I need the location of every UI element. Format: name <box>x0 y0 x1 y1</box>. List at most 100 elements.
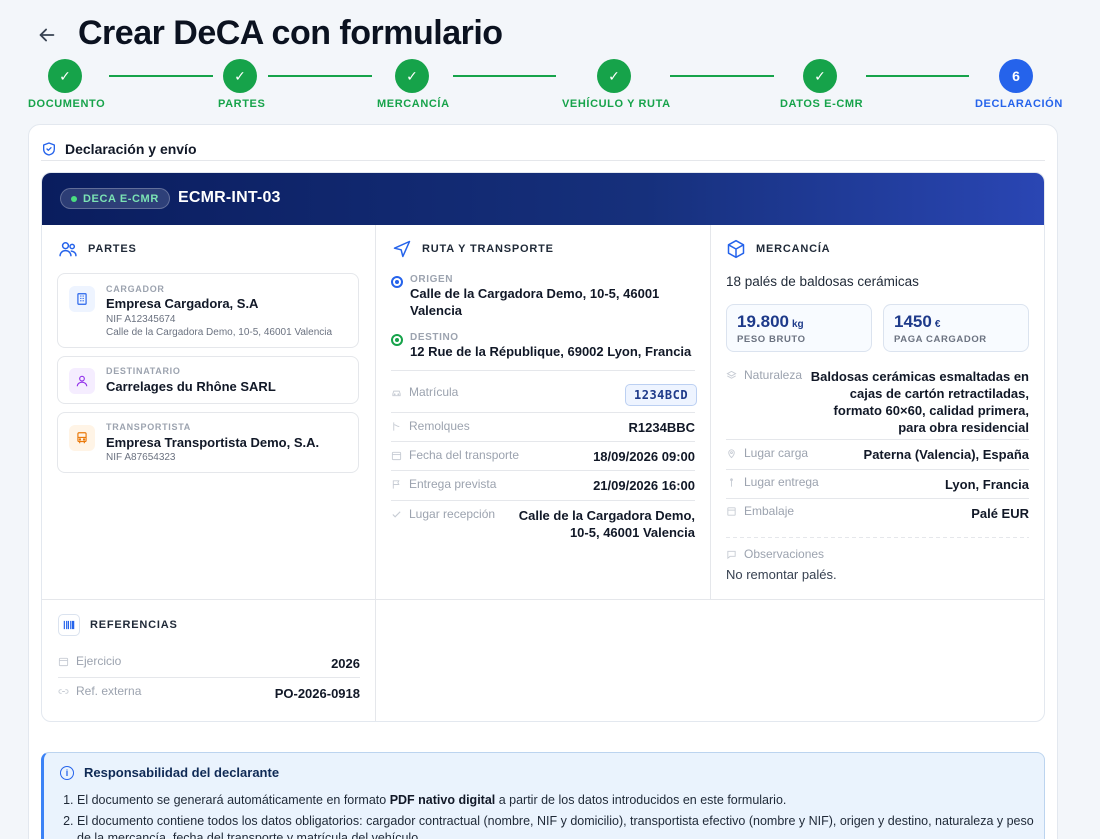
step-declaracion-number[interactable]: 6 <box>999 59 1033 93</box>
document-preview: DECA E-CMR ECMR-INT-03 PARTES CARGADOR E… <box>41 172 1045 722</box>
embalaje-label: Embalaje <box>726 504 794 518</box>
party-role: CARGADOR <box>106 284 165 294</box>
row-divider <box>391 500 695 501</box>
page-title: Crear DeCA con formulario <box>78 14 503 52</box>
step-partes-label: PARTES <box>218 98 266 110</box>
fecha-value: 18/09/2026 09:00 <box>593 449 695 464</box>
row-divider <box>391 441 695 442</box>
paga-label: PAGA CARGADOR <box>894 334 987 345</box>
ref-externa-label: Ref. externa <box>58 684 141 698</box>
status-dot <box>71 195 77 202</box>
calendar-icon <box>391 451 402 460</box>
label-text: Naturaleza <box>744 368 803 382</box>
step-vehiculo-check-icon[interactable]: ✓ <box>597 59 631 93</box>
section-ruta-title: RUTA Y TRANSPORTE <box>392 239 554 259</box>
origin-marker-icon <box>391 276 403 288</box>
step-mercancia-check-icon[interactable]: ✓ <box>395 59 429 93</box>
calendar-icon <box>58 657 69 666</box>
naturaleza-label: Naturaleza <box>726 368 802 382</box>
responsibility-header: i Responsabilidad del declarante <box>60 765 279 780</box>
step-documento-check-icon[interactable]: ✓ <box>48 59 82 93</box>
section-mercancia-title: MERCANCÍA <box>726 239 830 259</box>
party-transportista: TRANSPORTISTA Empresa Transportista Demo… <box>57 412 359 473</box>
remolques-value: R1234BBC <box>628 420 695 435</box>
document-banner: DECA E-CMR ECMR-INT-03 <box>42 173 1044 225</box>
step-connector <box>866 75 969 77</box>
row-divider <box>42 599 1044 600</box>
label-text: Ref. externa <box>76 684 142 698</box>
responsibility-list: El documento se generará automáticamente… <box>77 792 1037 839</box>
step-declaracion-label: DECLARACIÓN <box>975 98 1063 110</box>
ejercicio-value: 2026 <box>331 656 360 671</box>
recepcion-value: Calle de la Cargadora Demo, 10-5, 46001 … <box>518 508 695 540</box>
comment-icon <box>727 550 736 559</box>
party-name: Carrelages du Rhône SARL <box>106 379 276 394</box>
stepper: ✓ DOCUMENTO ✓ PARTES ✓ MERCANCÍA ✓ VEHÍC… <box>0 58 1100 118</box>
recepcion-label: Lugar recepción <box>391 507 495 521</box>
list-item: El documento se generará automáticamente… <box>77 792 1037 809</box>
user-icon <box>69 368 95 394</box>
destino-label: DESTINO <box>410 332 459 343</box>
matricula-label: Matrícula <box>391 385 458 399</box>
users-icon <box>58 239 78 259</box>
destino-value: 12 Rue de la République, 69002 Lyon, Fra… <box>410 344 692 359</box>
label-text: Entrega prevista <box>409 477 497 491</box>
peso-label: PESO BRUTO <box>737 334 806 345</box>
origen-label: ORIGEN <box>410 274 454 285</box>
lugar-carga-value: Paterna (Valencia), España <box>863 447 1029 462</box>
label-text: Matrícula <box>409 385 459 399</box>
divider <box>41 160 1045 161</box>
section-referencias-title: REFERENCIAS <box>58 614 178 636</box>
building-icon <box>69 286 95 312</box>
metric-paga-cargador: 1450 € PAGA CARGADOR <box>883 304 1029 352</box>
step-partes-check-icon[interactable]: ✓ <box>223 59 257 93</box>
row-divider <box>726 498 1029 499</box>
remolques-label: Remolques <box>391 419 470 433</box>
party-cargador: CARGADOR Empresa Cargadora, S.A NIF A123… <box>57 273 359 348</box>
row-divider <box>391 412 695 413</box>
map-pin-icon <box>728 448 735 458</box>
label-text: Ejercicio <box>76 654 122 668</box>
row-divider <box>58 677 360 678</box>
label-text: Embalaje <box>744 504 795 518</box>
step-connector <box>453 75 556 77</box>
peso-value: 19.800 <box>737 312 789 331</box>
pin-icon <box>730 477 733 487</box>
section-label: REFERENCIAS <box>90 619 178 631</box>
label-text: Lugar entrega <box>744 475 819 489</box>
row-divider <box>726 469 1029 470</box>
arrow-left-icon[interactable] <box>36 24 60 48</box>
party-role: DESTINATARIO <box>106 366 181 376</box>
layers-icon <box>726 370 737 379</box>
card-header: Declaración y envío <box>41 137 1045 161</box>
responsibility-title: Responsabilidad del declarante <box>84 765 280 780</box>
entrega-value: 21/09/2026 16:00 <box>593 478 695 493</box>
license-plate: 1234BCD <box>625 384 698 406</box>
paga-value: 1450 <box>894 312 932 331</box>
party-nif: NIF A12345674 <box>106 314 176 325</box>
step-connector <box>268 75 372 77</box>
lugar-entrega-label: Lugar entrega <box>726 475 819 489</box>
item-text: El documento se generará automáticamente… <box>77 793 390 807</box>
party-nif: NIF A87654323 <box>106 452 176 463</box>
observaciones-value: No remontar palés. <box>726 567 837 582</box>
step-ecmr-check-icon[interactable]: ✓ <box>803 59 837 93</box>
party-destinatario: DESTINATARIO Carrelages du Rhône SARL <box>57 356 359 404</box>
box-icon <box>727 506 736 516</box>
step-connector <box>670 75 774 77</box>
label-text: Observaciones <box>744 547 825 561</box>
navigation-icon <box>392 239 412 259</box>
destination-marker-icon <box>391 334 403 346</box>
doc-type-badge: DECA E-CMR <box>60 188 170 209</box>
peso-unit: kg <box>792 319 804 330</box>
lugar-entrega-value: Lyon, Francia <box>944 477 1029 492</box>
truck-icon <box>69 425 95 451</box>
party-name: Empresa Transportista Demo, S.A. <box>106 435 320 450</box>
barcode-icon <box>58 614 80 636</box>
row-divider <box>391 470 695 471</box>
entrega-label: Entrega prevista <box>391 477 496 491</box>
info-icon: i <box>60 765 74 780</box>
section-label: RUTA Y TRANSPORTE <box>422 243 554 255</box>
step-documento-label: DOCUMENTO <box>28 98 106 110</box>
dashed-divider <box>726 537 1029 538</box>
